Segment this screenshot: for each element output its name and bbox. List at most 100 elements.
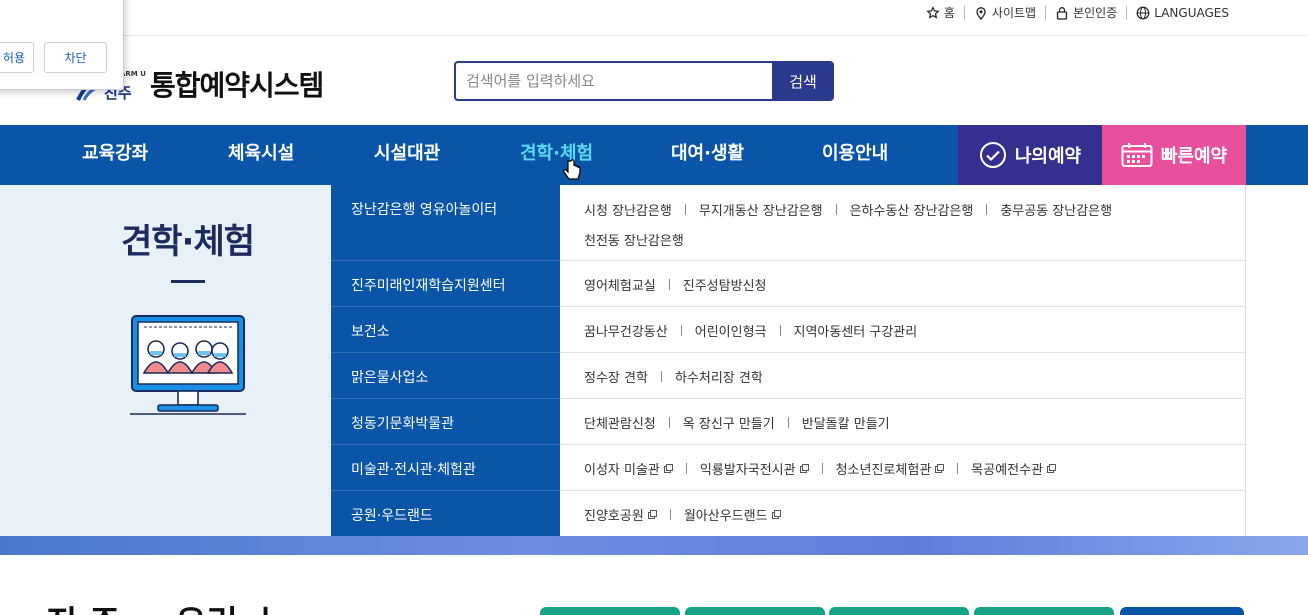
sublink[interactable]: 단체관람신청 [584,413,656,432]
category-label: 미술관·전시관·체험관 [351,462,476,478]
divider [680,325,682,336]
title-underline [171,280,205,283]
verify-link[interactable]: 본인인증 [1045,6,1126,20]
sitemap-link[interactable]: 사이트맵 [963,6,1045,20]
divider [685,463,687,474]
site-title: 통합예약시스템 [150,69,324,102]
sublink-line: 진양호공원 월아산우드랜드 [584,505,781,524]
external-link-icon [647,510,657,519]
sublink[interactable]: 하수처리장 견학 [675,367,763,386]
sublink[interactable]: 진주성탐방신청 [683,275,767,294]
nav-item-guide[interactable]: 이용안내 [822,125,888,185]
category-bronze-museum[interactable]: 청동기문화박물관 [331,399,560,445]
lock-icon [1056,7,1068,20]
sublink-line: 이성자 미술관 익룡발자국전시관 청소년진로체험관 목공예전수관 [584,459,1057,478]
sublink[interactable]: 어린이인형극 [695,321,767,340]
nav-item-sports[interactable]: 체육시설 [228,125,294,185]
languages-label: LANGUAGES [1154,6,1229,20]
allow-button[interactable]: 허용 [0,42,34,73]
banner-strip [0,536,1308,555]
sublink[interactable]: 영어체험교실 [584,275,656,294]
nav-item-tour-experience[interactable]: 견학·체험 [520,125,593,185]
divider [787,417,789,428]
category-parks[interactable]: 공원·우드랜드 [331,491,560,536]
external-sublink[interactable]: 익룡발자국전시관 [700,459,809,478]
sublink[interactable]: 시청 장난감은행 [584,200,672,219]
sublink[interactable]: 꿈나무건강동산 [584,321,668,340]
my-reservation-button[interactable]: 나의예약 [958,125,1102,185]
sublink[interactable]: 무지개동산 장난감은행 [699,200,823,219]
section-title: 진 주 ㅡ 유린 ㅣ [46,596,281,615]
block-button[interactable]: 차단 [44,42,107,73]
category-learning-center[interactable]: 진주미래인재학습지원센터 [331,261,560,307]
mega-menu-title: 견학·체험 [120,222,255,262]
sublink-line: 단체관람신청 옥 장신구 만들기 반달돌칼 만들기 [584,413,890,432]
sublink[interactable]: 충무공동 장난감은행 [1000,200,1112,219]
nav-item-facility-rental[interactable]: 시설대관 [374,125,440,185]
external-sublink[interactable]: 목공예전수관 [971,459,1057,478]
divider [668,417,670,428]
divider [660,371,662,382]
quick-tab-3[interactable] [829,607,969,615]
external-sublink[interactable]: 진양호공원 [584,505,657,524]
sublink[interactable]: 은하수동산 장난감은행 [850,200,974,219]
quick-reservation-button[interactable]: 빠른예약 [1102,125,1246,185]
category-toy-bank[interactable]: 장난감은행 영유아놀이터 [331,185,560,261]
sublink-row: 이성자 미술관 익룡발자국전시관 청소년진로체험관 목공예전수관 [560,445,1246,491]
sublink-row: 단체관람신청 옥 장신구 만들기 반달돌칼 만들기 [560,399,1246,445]
divider [835,204,837,215]
sublink-row: 진양호공원 월아산우드랜드 [560,491,1246,536]
quick-tab-4[interactable] [974,607,1114,615]
category-label: 진주미래인재학습지원센터 [351,278,506,294]
sublink-label: 월아산우드랜드 [683,509,768,524]
my-reservation-label: 나의예약 [1014,146,1082,167]
divider [669,509,671,520]
utility-links: 홈 사이트맵 본인인증 LANGUAGES [917,6,1238,20]
sublink[interactable]: 지역아동센터 구강관리 [794,321,918,340]
mega-menu-sublinks: 시청 장난감은행 무지개동산 장난감은행 은하수동산 장난감은행 충무공동 장난… [560,185,1246,536]
quick-tab-2[interactable] [685,607,825,615]
sublink-row: 시청 장난감은행 무지개동산 장난감은행 은하수동산 장난감은행 충무공동 장난… [560,185,1246,261]
sublink-label: 진양호공원 [584,509,644,524]
sublink-label: 청소년진로체험관 [835,463,932,478]
permission-popup: 허용 차단 [0,0,124,90]
sublink-label: 이성자 미술관 [584,463,660,478]
sublink-label: 익룡발자국전시관 [699,463,796,478]
divider [668,279,670,290]
divider [821,463,823,474]
sublink[interactable]: 옥 장신구 만들기 [683,413,775,432]
category-art-galleries[interactable]: 미술관·전시관·체험관 [331,445,560,491]
category-label: 청동기문화박물관 [351,416,455,432]
sublink[interactable]: 천전동 장난감은행 [584,230,684,249]
category-health-center[interactable]: 보건소 [331,307,560,353]
category-label: 맑은물사업소 [351,370,429,386]
category-label: 공원·우드랜드 [351,508,433,524]
sublink[interactable]: 반달돌칼 만들기 [802,413,890,432]
search-button[interactable]: 검색 [772,61,834,101]
page: 홈 사이트맵 본인인증 LANGUAGES ARM U 진주 통합예약시스템 검… [0,0,1308,615]
main-nav: 교육강좌 체육시설 시설대관 견학·체험 대여·생활 이용안내 나의예약 빠른예… [0,125,1308,185]
external-sublink[interactable]: 청소년진로체험관 [836,459,945,478]
external-sublink[interactable]: 이성자 미술관 [584,459,673,478]
category-water-office[interactable]: 맑은물사업소 [331,353,560,399]
sublink-row: 정수장 견학 하수처리장 견학 [560,353,1246,399]
sublink-label: 목공예전수관 [971,463,1044,478]
verify-label: 본인인증 [1073,6,1118,20]
sublink-row: 꿈나무건강동산 어린이인형극 지역아동센터 구강관리 [560,307,1246,353]
quick-tab-5[interactable] [1120,607,1244,615]
home-link[interactable]: 홈 [917,6,964,20]
hand-cursor-icon [563,159,581,180]
monitor-people-icon [130,315,246,415]
search-input[interactable] [454,61,772,101]
sublink-line: 시청 장난감은행 무지개동산 장난감은행 은하수동산 장난감은행 충무공동 장난… [584,200,1112,219]
quick-tab-1[interactable] [540,607,680,615]
languages-link[interactable]: LANGUAGES [1126,6,1238,20]
nav-item-education[interactable]: 교육강좌 [82,125,148,185]
external-sublink[interactable]: 월아산우드랜드 [684,505,781,524]
home-label: 홈 [943,6,955,20]
nav-item-rental-life[interactable]: 대여·생활 [671,125,744,185]
sitemap-label: 사이트맵 [991,6,1037,20]
divider [684,204,686,215]
sublink-line: 영어체험교실 진주성탐방신청 [584,275,767,294]
sublink[interactable]: 정수장 견학 [584,367,648,386]
